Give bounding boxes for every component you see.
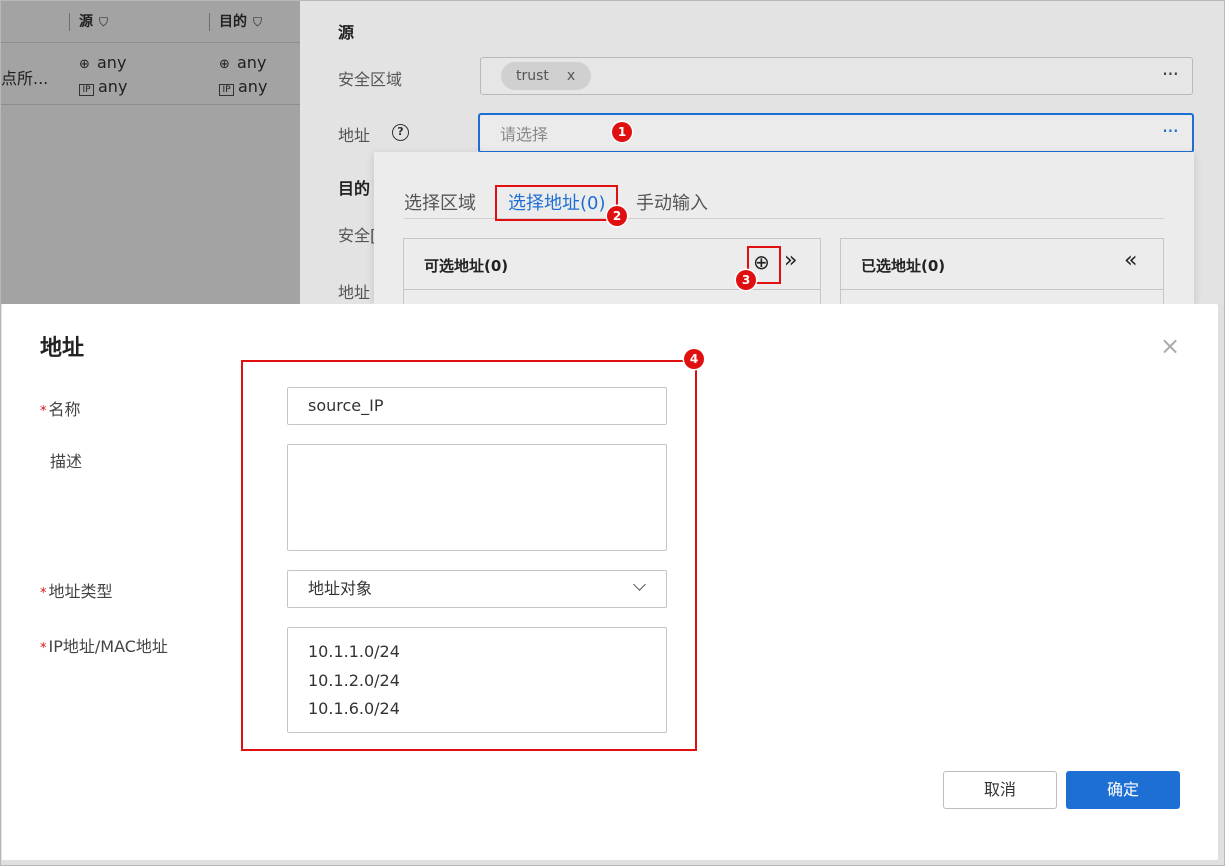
address-type-value: 地址对象 [308, 579, 373, 598]
zone-globe-icon: ⊕ [219, 57, 230, 72]
ok-button[interactable]: 确定 [1066, 771, 1180, 809]
tab-select-zone[interactable]: 选择区域 [404, 189, 476, 215]
tab-manual-input[interactable]: 手动输入 [636, 189, 708, 215]
required-mark: * [40, 641, 47, 656]
description-textarea[interactable] [287, 444, 667, 551]
modal-title: 地址 [40, 336, 85, 361]
panel-divider [404, 289, 820, 290]
dst-ip-cell: IP any [219, 77, 267, 96]
ip-address-line: 10.1.2.0/24 [308, 670, 400, 690]
source-address-select[interactable]: 请选择 ··· [478, 113, 1194, 153]
dest-zone-label: 安全[ [338, 226, 377, 245]
ip-icon: IP [219, 84, 234, 96]
name-label: * 名称 [40, 396, 81, 420]
tag-remove-icon[interactable]: x [567, 68, 575, 84]
zone-globe-icon: ⊕ [79, 57, 90, 72]
column-header-source[interactable]: 源 ⛉ [79, 1, 108, 43]
annotation-badge-3: 3 [736, 270, 756, 290]
name-label-text: 名称 [48, 400, 81, 419]
column-header-dest[interactable]: 目的 ⛉ [219, 1, 262, 43]
ip-address-line: 10.1.6.0/24 [308, 699, 400, 718]
annotation-badge-4: 4 [684, 349, 704, 369]
rule-name-cell: 点所... [1, 69, 49, 88]
dst-zone-value: any [237, 53, 267, 72]
src-zone-value: any [97, 53, 127, 72]
source-zone-select[interactable]: trust x ··· [480, 57, 1193, 95]
available-addresses-title: 可选地址(0) [424, 257, 509, 275]
annotation-badge-1: 1 [612, 122, 632, 142]
dst-zone-cell: ⊕ any [219, 53, 266, 72]
ip-mac-textarea[interactable]: 10.1.1.0/24 10.1.2.0/24 10.1.6.0/24 [287, 627, 667, 733]
ip-mac-label-text: IP地址/MAC地址 [48, 637, 168, 656]
address-placeholder: 请选择 [500, 125, 549, 144]
source-zone-label: 安全区域 [338, 70, 403, 89]
address-type-select[interactable]: 地址对象 [287, 570, 667, 608]
required-mark: * [40, 404, 47, 419]
source-section-title: 源 [338, 23, 355, 42]
dest-address-label: 地址 [338, 283, 371, 302]
zone-tag-trust: trust x [501, 62, 591, 90]
row-divider [1, 104, 300, 105]
selected-addresses-panel: 已选地址(0) « [840, 238, 1164, 304]
annotation-box-2 [495, 185, 618, 221]
dst-ip-value: any [238, 77, 268, 96]
panel-divider [841, 289, 1163, 290]
selected-addresses-title: 已选地址(0) [861, 257, 946, 275]
chevron-down-icon [633, 578, 646, 591]
address-modal: 地址 × 4 * 名称 source_IP 描述 * 地址类型 地址对象 * IP地址… [2, 304, 1218, 860]
address-type-label-text: 地址类型 [48, 582, 113, 601]
more-icon[interactable]: ··· [1162, 62, 1179, 86]
src-ip-cell: IP any [79, 77, 127, 96]
filter-icon[interactable]: ⛉ [99, 15, 108, 29]
src-ip-value: any [98, 77, 128, 96]
dest-section-title: 目的 [338, 179, 371, 198]
zone-tag-label: trust [516, 68, 549, 84]
annotation-badge-2: 2 [607, 206, 627, 226]
address-type-label: * 地址类型 [40, 578, 113, 602]
column-separator [69, 13, 70, 31]
filter-icon[interactable]: ⛉ [253, 15, 262, 29]
ip-address-line: 10.1.1.0/24 [308, 642, 400, 661]
ip-mac-label: * IP地址/MAC地址 [40, 633, 168, 657]
cancel-button[interactable]: 取消 [943, 771, 1057, 809]
close-icon[interactable]: × [1160, 332, 1180, 360]
move-left-icon[interactable]: « [1124, 248, 1137, 273]
description-label: 描述 [50, 452, 83, 471]
address-dropdown-panel: 选择区域 选择地址(0) 手动输入 可选地址(0) ⊕ » 已选地址(0) « [374, 152, 1194, 304]
more-icon[interactable]: ··· [1162, 119, 1179, 143]
column-header-source-label: 源 [79, 14, 93, 30]
required-mark: * [40, 586, 47, 601]
header-divider [1, 42, 300, 43]
column-header-dest-label: 目的 [219, 14, 247, 30]
policy-table: 源 ⛉ 目的 ⛉ 点所... ⊕ any IP any ⊕ any IP any [1, 1, 300, 304]
name-input[interactable]: source_IP [287, 387, 667, 425]
source-address-label: 地址 [338, 126, 371, 145]
move-right-icon[interactable]: » [784, 248, 797, 273]
help-icon[interactable]: ? [392, 124, 409, 141]
column-separator [209, 13, 210, 31]
src-zone-cell: ⊕ any [79, 53, 126, 72]
ip-icon: IP [79, 84, 94, 96]
